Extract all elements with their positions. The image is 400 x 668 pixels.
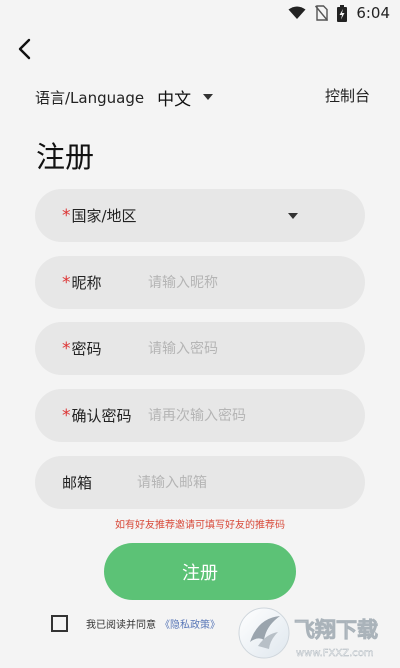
status-bar: 6:04 xyxy=(0,0,400,28)
wifi-icon xyxy=(288,6,306,19)
confirm-password-field: * 确认密码 xyxy=(35,389,365,442)
status-icons: 6:04 xyxy=(288,4,390,22)
nickname-input[interactable] xyxy=(148,268,348,298)
confirm-password-input[interactable] xyxy=(148,401,348,431)
back-button[interactable] xyxy=(12,36,38,62)
email-input[interactable] xyxy=(137,468,347,498)
confirm-password-label: 确认密码 xyxy=(71,407,132,425)
required-mark: * xyxy=(62,405,71,426)
password-label: 密码 xyxy=(71,340,102,358)
watermark-logo-icon: 飞翔下载 www.FXXZ.com xyxy=(238,607,378,659)
no-sim-icon xyxy=(315,5,329,21)
language-label: 语言/Language xyxy=(35,88,145,107)
language-select[interactable]: 中文 xyxy=(157,85,214,110)
password-field: * 密码 xyxy=(35,322,365,375)
status-time: 6:04 xyxy=(356,4,390,22)
console-link[interactable]: 控制台 xyxy=(325,85,370,106)
nickname-field: * 昵称 xyxy=(35,256,365,309)
agreement-text: 我已阅读并同意 xyxy=(86,620,156,631)
agreement-row: 我已阅读并同意 《隐私政策》 xyxy=(51,615,220,632)
watermark-text: 飞翔下载 xyxy=(294,618,378,642)
required-mark: * xyxy=(62,338,71,359)
agreement-checkbox[interactable] xyxy=(51,615,68,632)
required-mark: * xyxy=(62,205,71,226)
email-label: 邮箱 xyxy=(62,474,93,492)
dropdown-arrow-icon xyxy=(203,94,214,100)
language-value: 中文 xyxy=(157,89,192,110)
referral-hint: 如有好友推荐邀请可填写好友的推荐码 xyxy=(115,520,285,531)
battery-charging-icon xyxy=(337,4,348,22)
nickname-label: 昵称 xyxy=(71,274,102,292)
dropdown-arrow-icon xyxy=(288,213,298,219)
watermark: 飞翔下载 www.FXXZ.com xyxy=(236,604,396,664)
language-row: 语言/Language 中文 控制台 xyxy=(35,85,370,110)
region-label: 国家/地区 xyxy=(71,207,137,225)
privacy-policy-link[interactable]: 《隐私政策》 xyxy=(160,616,220,631)
password-input[interactable] xyxy=(148,334,348,364)
email-field: 邮箱 xyxy=(35,456,365,509)
required-mark: * xyxy=(62,272,71,293)
register-button[interactable]: 注册 xyxy=(104,543,296,600)
back-arrow-icon xyxy=(18,38,31,60)
watermark-url: www.FXXZ.com xyxy=(296,648,374,659)
page-title: 注册 xyxy=(36,140,95,174)
region-select[interactable]: * 国家/地区 xyxy=(35,189,365,242)
